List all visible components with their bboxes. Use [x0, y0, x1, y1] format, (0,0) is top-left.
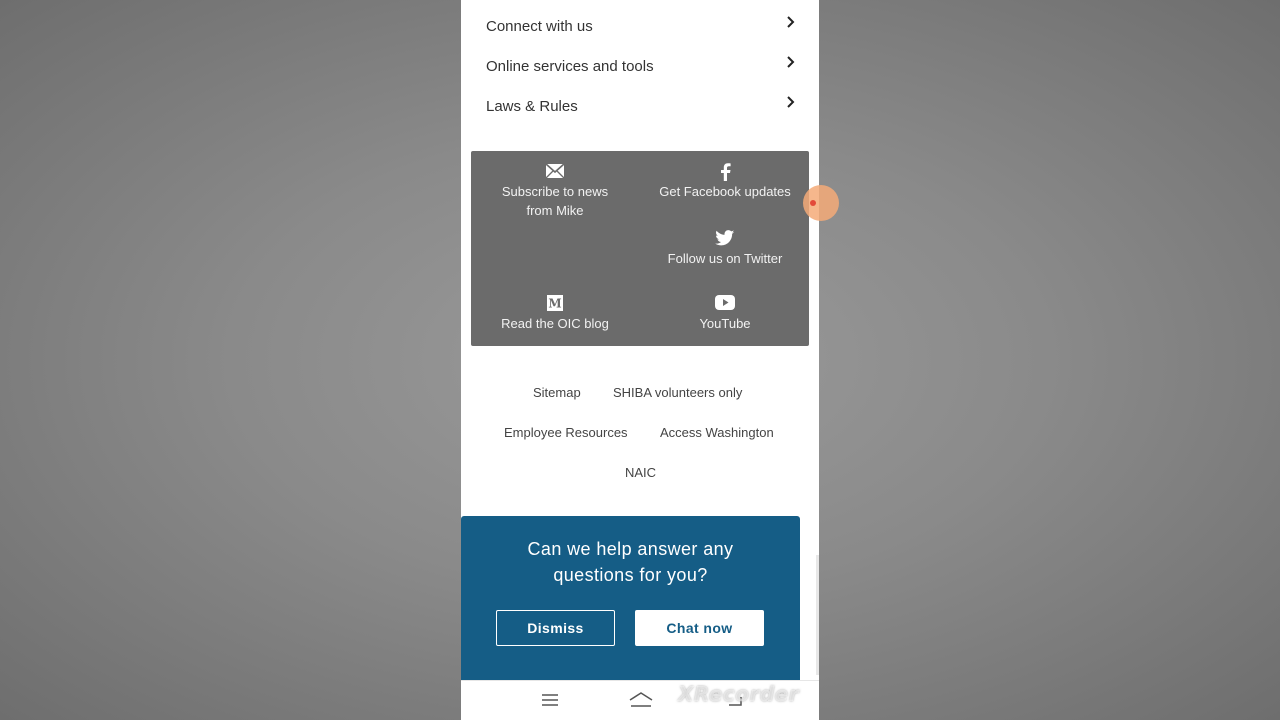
- chevron-right-icon: [787, 16, 795, 28]
- chat-question: Can we help answer any questions for you…: [461, 536, 800, 588]
- facebook-icon: [645, 163, 805, 181]
- twitter-label: Follow us on Twitter: [667, 251, 783, 266]
- subscribe-news-link[interactable]: Subscribe to news from Mike: [475, 163, 635, 220]
- youtube-label: YouTube: [699, 316, 751, 331]
- twitter-icon: [645, 230, 805, 248]
- chevron-right-icon: [787, 56, 795, 68]
- chat-question-line1: Can we help answer any: [527, 539, 734, 559]
- youtube-icon: [645, 295, 805, 313]
- chat-prompt: Can we help answer any questions for you…: [461, 516, 800, 680]
- employee-resources-link[interactable]: Employee Resources: [504, 425, 628, 440]
- menu-item-label: Laws & Rules: [486, 97, 578, 115]
- envelope-icon: [475, 163, 635, 181]
- recent-apps-icon[interactable]: [541, 691, 559, 714]
- recorder-watermark: XRecorder: [678, 682, 800, 706]
- chat-question-line2: questions for you?: [553, 565, 708, 585]
- menu-item-laws-rules[interactable]: Laws & Rules: [486, 91, 806, 121]
- phone-screen: Connect with us Online services and tool…: [461, 0, 819, 720]
- svg-text:M: M: [548, 297, 561, 311]
- subscribe-label-line1: Subscribe to news: [501, 184, 609, 199]
- twitter-link[interactable]: Follow us on Twitter: [645, 230, 805, 268]
- blog-label: Read the OIC blog: [501, 316, 609, 331]
- menu-item-connect[interactable]: Connect with us: [486, 11, 806, 41]
- sitemap-link[interactable]: Sitemap: [533, 385, 581, 400]
- access-washington-link[interactable]: Access Washington: [660, 425, 774, 440]
- menu-item-label: Connect with us: [486, 17, 593, 35]
- touch-indicator: [803, 185, 839, 221]
- facebook-label: Get Facebook updates: [659, 184, 791, 199]
- naic-link[interactable]: NAIC: [625, 465, 656, 480]
- home-icon[interactable]: [628, 691, 654, 714]
- medium-icon: M: [475, 295, 635, 313]
- social-links-panel: Subscribe to news from Mike Get Facebook…: [471, 151, 809, 346]
- facebook-link[interactable]: Get Facebook updates: [645, 163, 805, 201]
- youtube-link[interactable]: YouTube: [645, 295, 805, 333]
- menu-item-online-services[interactable]: Online services and tools: [486, 51, 806, 81]
- chevron-right-icon: [787, 96, 795, 108]
- scrollbar[interactable]: [816, 555, 819, 675]
- subscribe-label-line2: from Mike: [526, 203, 584, 218]
- chat-now-button[interactable]: Chat now: [635, 610, 764, 646]
- menu-item-label: Online services and tools: [486, 57, 654, 75]
- oic-blog-link[interactable]: M Read the OIC blog: [475, 295, 635, 333]
- shiba-volunteers-link[interactable]: SHIBA volunteers only: [613, 385, 742, 400]
- dismiss-button[interactable]: Dismiss: [496, 610, 615, 646]
